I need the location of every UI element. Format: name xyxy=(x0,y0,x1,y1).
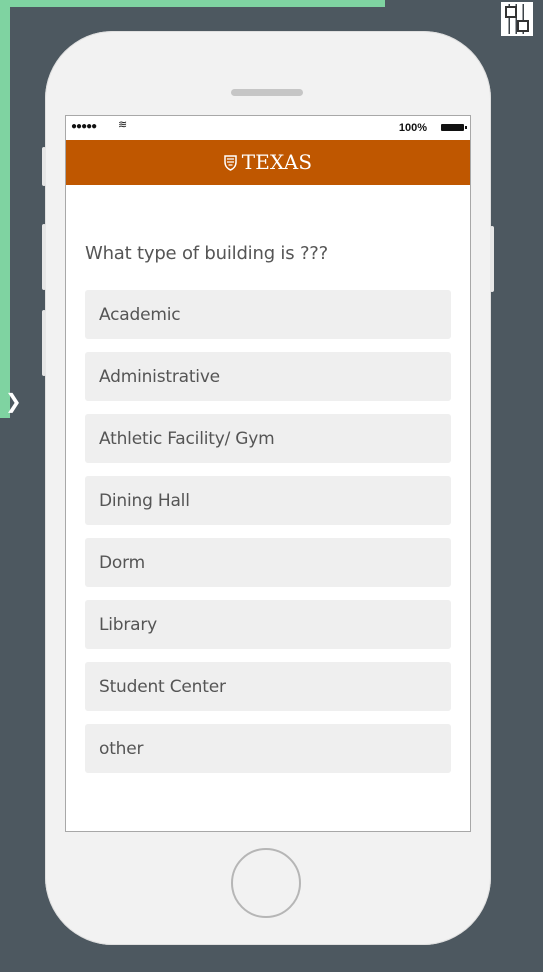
home-button[interactable] xyxy=(231,848,301,918)
option-dorm[interactable]: Dorm xyxy=(85,538,451,587)
brand-name: TEXAS xyxy=(241,150,313,174)
wifi-icon: ≋ xyxy=(118,119,128,131)
battery-icon xyxy=(441,124,467,131)
option-academic[interactable]: Academic xyxy=(85,290,451,339)
phone-volume-down-button xyxy=(42,310,46,376)
option-administrative[interactable]: Administrative xyxy=(85,352,451,401)
brand-logo: TEXAS xyxy=(66,150,470,174)
answer-options: Academic Administrative Athletic Facilit… xyxy=(85,290,451,773)
phone-side-button xyxy=(42,147,46,186)
signal-strength-icon: ●●●●● xyxy=(71,121,97,132)
survey-question: What type of building is ??? xyxy=(85,243,328,264)
qr-code-icon xyxy=(501,2,533,36)
phone-volume-up-button xyxy=(42,224,46,290)
option-dining-hall[interactable]: Dining Hall xyxy=(85,476,451,525)
status-bar: ●●●●● ≋ 100% xyxy=(66,116,470,140)
option-other[interactable]: other xyxy=(85,724,451,773)
battery-percentage: 100% xyxy=(398,122,427,134)
chevron-right-icon[interactable]: ❯ xyxy=(5,389,22,413)
app-header: TEXAS xyxy=(66,140,470,185)
option-library[interactable]: Library xyxy=(85,600,451,649)
option-student-center[interactable]: Student Center xyxy=(85,662,451,711)
survey-content: What type of building is ??? Academic Ad… xyxy=(85,242,451,773)
phone-mockup: ●●●●● ≋ 100% TEXAS What type of building… xyxy=(42,31,494,945)
phone-speaker xyxy=(231,89,303,96)
phone-screen: ●●●●● ≋ 100% TEXAS What type of building… xyxy=(65,115,471,832)
option-athletic-facility-gym[interactable]: Athletic Facility/ Gym xyxy=(85,414,451,463)
shield-icon xyxy=(223,155,237,171)
phone-power-button xyxy=(490,226,494,292)
